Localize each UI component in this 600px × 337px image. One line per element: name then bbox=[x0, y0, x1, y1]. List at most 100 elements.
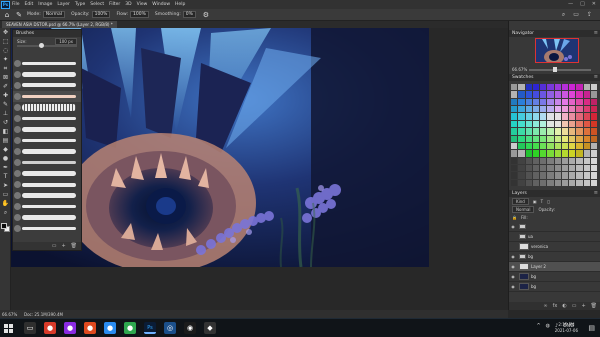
swatch[interactable] bbox=[547, 142, 554, 150]
swatch[interactable] bbox=[554, 164, 561, 172]
swatch[interactable] bbox=[540, 164, 547, 172]
swatch[interactable] bbox=[583, 172, 590, 179]
swatch[interactable] bbox=[561, 164, 568, 172]
swatch[interactable] bbox=[590, 135, 597, 142]
smoothing-option[interactable]: Smoothing: 0% bbox=[155, 11, 196, 18]
swatch[interactable] bbox=[511, 128, 518, 135]
swatch[interactable] bbox=[576, 157, 583, 164]
swatch[interactable] bbox=[540, 142, 547, 150]
swatch[interactable] bbox=[554, 84, 561, 91]
swatch[interactable] bbox=[569, 113, 576, 120]
swatch[interactable] bbox=[547, 135, 554, 142]
swatch[interactable] bbox=[540, 157, 547, 164]
brush-item-selected[interactable] bbox=[13, 91, 81, 102]
fx-icon[interactable]: fx bbox=[553, 302, 558, 310]
share-icon[interactable]: ⇪ bbox=[587, 11, 592, 19]
eye-icon[interactable]: ◉ bbox=[509, 264, 517, 269]
swatch[interactable] bbox=[518, 128, 525, 135]
swatch[interactable] bbox=[525, 164, 532, 172]
document-tab[interactable]: SEAVEN ASIA DSTOR.psd @ 66.7% (Layer 2, … bbox=[2, 21, 117, 28]
swatch[interactable] bbox=[576, 135, 583, 142]
swatch[interactable] bbox=[554, 142, 561, 150]
swatch[interactable] bbox=[561, 142, 568, 150]
swatch[interactable] bbox=[554, 106, 561, 113]
swatch[interactable] bbox=[569, 172, 576, 179]
add-icon[interactable]: + bbox=[61, 242, 65, 250]
menu-edit[interactable]: Edit bbox=[25, 2, 34, 7]
notification-icon[interactable]: ▤ bbox=[588, 324, 595, 332]
navigator-thumbnail[interactable] bbox=[535, 38, 579, 63]
swatch[interactable] bbox=[569, 106, 576, 113]
eye-icon[interactable]: ◉ bbox=[509, 284, 517, 289]
swatch[interactable] bbox=[540, 113, 547, 120]
swatch[interactable] bbox=[511, 135, 518, 142]
swatch[interactable] bbox=[525, 113, 532, 120]
swatch[interactable] bbox=[554, 128, 561, 135]
swatch[interactable] bbox=[525, 172, 532, 179]
swatch[interactable] bbox=[547, 120, 554, 128]
swatch[interactable] bbox=[518, 91, 525, 98]
swatch[interactable] bbox=[583, 120, 590, 128]
swatch[interactable] bbox=[518, 113, 525, 120]
swatch[interactable] bbox=[590, 128, 597, 135]
swatch[interactable] bbox=[547, 84, 554, 91]
swatch[interactable] bbox=[532, 172, 539, 179]
eyedropper-tool-icon[interactable]: ✐ bbox=[0, 82, 11, 91]
swatch[interactable] bbox=[518, 135, 525, 142]
trash-icon[interactable]: 🗑 bbox=[71, 242, 77, 250]
chevron-up-icon[interactable]: ^ bbox=[536, 323, 540, 329]
swatch[interactable] bbox=[511, 106, 518, 113]
gear-icon[interactable]: ⚙ bbox=[202, 11, 210, 19]
swatch[interactable] bbox=[511, 98, 518, 106]
photoshop-taskbar-icon[interactable]: Ps bbox=[144, 322, 156, 334]
menu-view[interactable]: View bbox=[137, 2, 148, 7]
brush-item[interactable] bbox=[13, 135, 81, 146]
swatch[interactable] bbox=[532, 120, 539, 128]
swatch[interactable] bbox=[525, 106, 532, 113]
swatch[interactable] bbox=[547, 179, 554, 186]
navigator-zoom-knob[interactable] bbox=[553, 67, 557, 72]
swatch[interactable] bbox=[583, 113, 590, 120]
hand-tool-icon[interactable]: ✋ bbox=[0, 199, 11, 208]
swatch[interactable] bbox=[576, 113, 583, 120]
brush-item[interactable] bbox=[13, 69, 81, 80]
swatch[interactable] bbox=[590, 179, 597, 186]
swatch[interactable] bbox=[576, 172, 583, 179]
swatch[interactable] bbox=[561, 106, 568, 113]
workspace-icon[interactable]: ▭ bbox=[573, 11, 579, 19]
brush-item[interactable] bbox=[13, 58, 81, 69]
swatch[interactable] bbox=[576, 128, 583, 135]
eraser-tool-icon[interactable]: ◧ bbox=[0, 127, 11, 136]
swatch[interactable] bbox=[540, 128, 547, 135]
layer-row[interactable]: ◉ bg bbox=[509, 272, 600, 282]
swatch[interactable] bbox=[547, 172, 554, 179]
swatch[interactable] bbox=[511, 113, 518, 120]
brush-size-field[interactable]: 100 px bbox=[55, 37, 77, 45]
folder-icon[interactable]: ▭ bbox=[572, 302, 577, 310]
swatch[interactable] bbox=[583, 84, 590, 91]
folder-icon[interactable]: ▭ bbox=[52, 242, 57, 250]
swatch[interactable] bbox=[554, 113, 561, 120]
swatch[interactable] bbox=[547, 164, 554, 172]
swatch[interactable] bbox=[590, 84, 597, 91]
swatch[interactable] bbox=[518, 150, 525, 157]
swatch[interactable] bbox=[525, 157, 532, 164]
swatch[interactable] bbox=[511, 84, 518, 91]
search-icon[interactable]: ⌕ bbox=[562, 11, 565, 19]
swatch[interactable] bbox=[547, 106, 554, 113]
swatch[interactable] bbox=[532, 98, 539, 106]
brush-item[interactable] bbox=[13, 201, 81, 212]
swatch[interactable] bbox=[518, 172, 525, 179]
swatch[interactable] bbox=[554, 135, 561, 142]
swatch[interactable] bbox=[576, 120, 583, 128]
swatch[interactable] bbox=[590, 164, 597, 172]
photoshop-logo-icon[interactable]: Ps bbox=[1, 0, 10, 9]
swatch[interactable] bbox=[576, 179, 583, 186]
blend-mode-select[interactable]: Normal bbox=[512, 205, 535, 213]
swatch[interactable] bbox=[590, 172, 597, 179]
pen-tool-icon[interactable]: ✒ bbox=[0, 163, 11, 172]
network-icon[interactable]: ◍ bbox=[546, 323, 550, 329]
eye-icon[interactable]: ◉ bbox=[509, 254, 517, 259]
swatch[interactable] bbox=[569, 84, 576, 91]
swatch[interactable] bbox=[583, 179, 590, 186]
